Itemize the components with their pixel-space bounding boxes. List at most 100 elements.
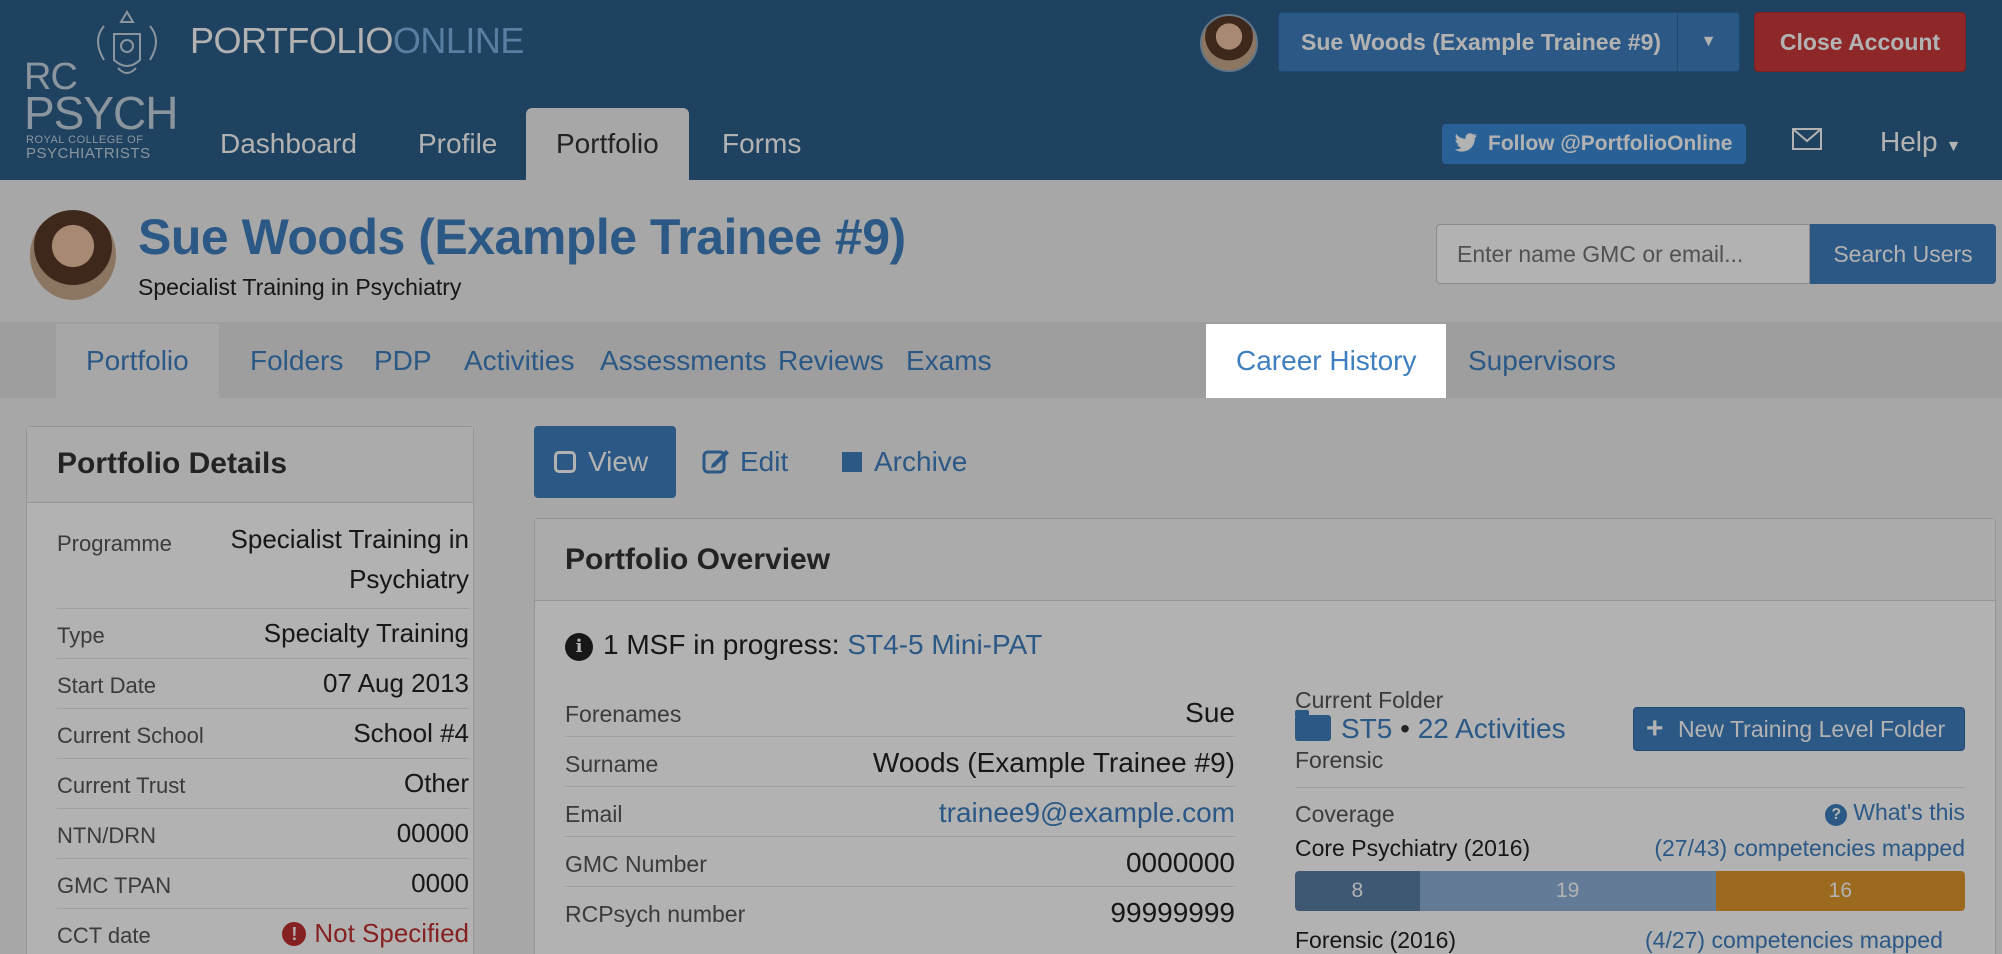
overview-value: 0000000: [1125, 847, 1235, 878]
view-button[interactable]: View: [534, 426, 676, 498]
help-label: Help: [1880, 126, 1938, 157]
cct-not-specified: Not Specified: [314, 918, 469, 948]
chevron-down-icon[interactable]: ▼: [1677, 13, 1739, 71]
overview-row-surname: Surname Woods (Example Trainee #9): [565, 737, 1235, 787]
forensic-mapped-link[interactable]: (4/27) competencies mapped: [1645, 927, 1943, 954]
nav-dashboard[interactable]: Dashboard: [190, 108, 387, 180]
coverage-segment: 8: [1295, 871, 1420, 911]
edit-icon: [702, 450, 729, 474]
portfolio-details-list: Programme Specialist Training in Psychia…: [57, 519, 469, 954]
tab-exams[interactable]: Exams: [876, 324, 1022, 398]
warning-icon: !: [282, 922, 307, 946]
overview-label: Email: [565, 801, 623, 827]
edit-button[interactable]: Edit: [702, 426, 788, 498]
avatar[interactable]: [1200, 14, 1258, 72]
detail-label: Current Trust: [57, 773, 186, 798]
detail-row-cct: CCT date ! Not Specified: [57, 909, 469, 954]
follow-twitter-button[interactable]: Follow @PortfolioOnline: [1442, 124, 1746, 164]
chevron-down-icon: ▼: [1945, 138, 1962, 155]
brand-title[interactable]: PORTFOLIOONLINE: [190, 20, 524, 62]
detail-row-ntn: NTN/DRN 00000: [57, 809, 469, 859]
overview-row-forenames: Forenames Sue: [565, 687, 1235, 737]
whats-this-label: What's this: [1853, 799, 1965, 825]
tab-career-history[interactable]: Career History: [1206, 324, 1447, 398]
profile-avatar: [30, 210, 116, 300]
mail-icon[interactable]: [1792, 128, 1822, 150]
detail-row-tpan: GMC TPAN 0000: [57, 859, 469, 909]
logo-psych: PSYCH: [24, 87, 178, 139]
msf-link[interactable]: ST4-5 Mini-PAT: [847, 629, 1042, 660]
portfolio-details-title: Portfolio Details: [27, 427, 473, 503]
nav-portfolio[interactable]: Portfolio: [526, 108, 689, 180]
detail-label: Type: [57, 623, 105, 648]
folder-level-link[interactable]: ST5: [1341, 713, 1392, 744]
folder-coverage: Current Folder ST5 • 22 Activities Foren…: [1295, 687, 1965, 953]
detail-row-type: Type Specialty Training: [57, 609, 469, 659]
tab-portfolio[interactable]: Portfolio: [56, 324, 219, 398]
current-folder: ST5 • 22 Activities: [1295, 710, 1566, 745]
page-subtitle: Specialist Training in Psychiatry: [138, 274, 462, 300]
close-account-button[interactable]: Close Account: [1754, 12, 1966, 72]
core-mapped-link[interactable]: (27/43) competencies mapped: [1654, 835, 1965, 862]
portfolio-details-panel: Portfolio Details Programme Specialist T…: [26, 426, 474, 954]
top-bar: RC PSYCH ROYAL COLLEGE OF PSYCHIATRISTS …: [0, 0, 2002, 180]
help-menu[interactable]: Help ▼: [1880, 126, 1961, 158]
search-users-button[interactable]: Search Users: [1810, 224, 1996, 284]
archive-icon: [842, 452, 862, 472]
nav-profile[interactable]: Profile: [388, 108, 527, 180]
detail-label: GMC TPAN: [57, 873, 172, 898]
overview-value: 99999999: [1110, 897, 1235, 928]
page-title: Sue Woods (Example Trainee #9): [138, 209, 906, 265]
divider: [1295, 787, 1965, 788]
detail-row-school: Current School School #4: [57, 709, 469, 759]
twitter-icon: [1454, 133, 1477, 152]
overview-value: Sue: [1185, 697, 1235, 728]
view-label: View: [588, 446, 649, 477]
archive-button[interactable]: Archive: [842, 426, 967, 498]
separator-dot: •: [1400, 713, 1418, 744]
folder-specialty: Forensic: [1295, 747, 1384, 773]
rcpsych-logo[interactable]: RC PSYCH ROYAL COLLEGE OF PSYCHIATRISTS: [22, 4, 178, 164]
detail-label: Start Date: [57, 673, 157, 698]
forensic-curriculum-name: Forensic (2016): [1295, 927, 1457, 953]
folder-open-icon: [1295, 710, 1331, 741]
detail-row-start-date: Start Date 07 Aug 2013: [57, 659, 469, 709]
nav-forms[interactable]: Forms: [692, 108, 831, 180]
crest-icon: [97, 10, 157, 74]
trainee-details: Forenames Sue Surname Woods (Example Tra…: [565, 687, 1235, 937]
square-icon: [554, 451, 576, 473]
detail-label: Current School: [57, 723, 204, 748]
logo-subtitle: ROYAL COLLEGE OF PSYCHIATRISTS: [26, 134, 151, 162]
msf-notice: i 1 MSF in progress: ST4-5 Mini-PAT: [565, 629, 1042, 661]
overview-value: Woods (Example Trainee #9): [872, 747, 1235, 778]
info-icon: i: [565, 633, 593, 661]
overview-row-gmc: GMC Number 0000000: [565, 837, 1235, 887]
user-menu-button[interactable]: Sue Woods (Example Trainee #9) ▼: [1278, 12, 1740, 72]
core-curriculum-name: Core Psychiatry (2016): [1295, 835, 1531, 861]
detail-row-trust: Current Trust Other: [57, 759, 469, 809]
detail-value-line2: Psychiatry: [349, 564, 469, 594]
msf-text: 1 MSF in progress:: [603, 629, 840, 660]
archive-label: Archive: [874, 446, 968, 477]
tab-supervisors[interactable]: Supervisors: [1438, 324, 1646, 398]
portfolio-overview-panel: Portfolio Overview i 1 MSF in progress: S…: [534, 518, 1996, 954]
coverage-progress-bar[interactable]: 8 19 16: [1295, 871, 1965, 911]
new-folder-label: New Training Level Folder: [1678, 716, 1946, 742]
overview-label: Surname: [565, 751, 659, 777]
detail-label: NTN/DRN: [57, 823, 156, 848]
plus-icon: +: [1646, 712, 1664, 745]
detail-label: CCT date: [57, 923, 151, 948]
new-training-level-folder-button[interactable]: + New Training Level Folder: [1633, 707, 1965, 751]
email-link[interactable]: trainee9@example.com: [939, 797, 1235, 829]
user-search: Search Users: [1436, 224, 1996, 284]
detail-row-programme: Programme Specialist Training in Psychia…: [57, 519, 469, 609]
search-input[interactable]: [1436, 224, 1810, 284]
coverage-segment: 19: [1419, 871, 1716, 911]
coverage-segment: 16: [1715, 871, 1965, 911]
folder-activities-link[interactable]: 22 Activities: [1418, 713, 1566, 744]
overview-label: RCPsych number: [565, 901, 746, 927]
detail-value: Specialty Training: [263, 618, 469, 648]
user-menu-label: Sue Woods (Example Trainee #9): [1301, 29, 1662, 55]
whats-this-link[interactable]: ? What's this: [1825, 799, 1965, 826]
detail-label: Programme: [57, 531, 172, 556]
